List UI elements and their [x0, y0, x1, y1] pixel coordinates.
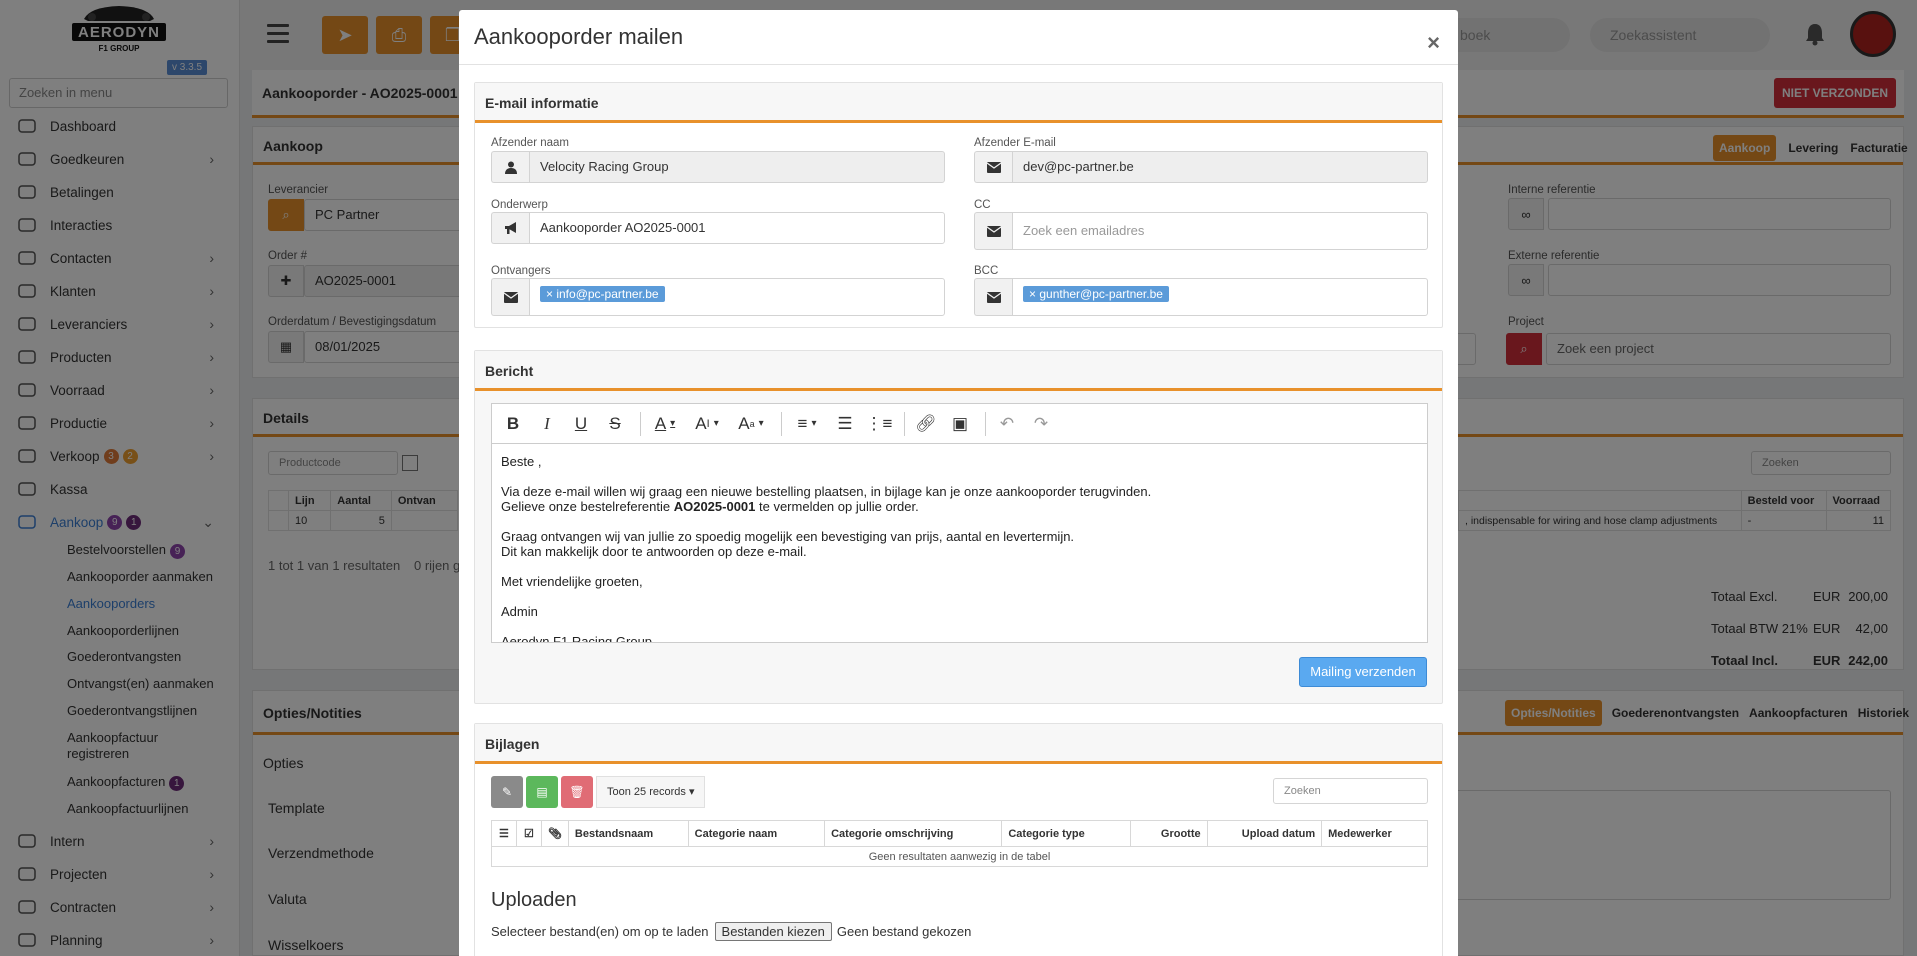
col-categorie-naam[interactable]: Categorie naam: [687, 820, 826, 847]
body-line: Met vriendelijke groeten,: [501, 574, 643, 589]
modal-title: Aankooporder mailen: [474, 24, 684, 49]
col-upload-datum[interactable]: Upload datum: [1206, 820, 1323, 847]
check-icon[interactable]: ☑: [515, 820, 542, 847]
records-select-label: Toon 25 records: [607, 786, 686, 798]
bullhorn-icon: [491, 212, 529, 244]
bcc-tag-label: gunther@pc-partner.be: [1039, 287, 1163, 301]
bcc-label: BCC: [974, 265, 999, 277]
italic-icon[interactable]: I: [532, 410, 562, 438]
body-line: Dit kan makkelijk door te antwoorden op …: [501, 544, 807, 559]
col-grootte[interactable]: Grootte: [1129, 820, 1208, 847]
redo-icon[interactable]: ↷: [1026, 410, 1056, 438]
subject-field[interactable]: Aankooporder AO2025-0001: [529, 212, 945, 244]
body-line: te vermelden op jullie order.: [755, 499, 919, 514]
font-color-icon[interactable]: A ▾: [647, 410, 683, 438]
remove-tag-icon[interactable]: ×: [1029, 287, 1039, 301]
sender-email-field[interactable]: dev@pc-partner.be: [1012, 151, 1428, 183]
mail-modal: Aankooporder mailen × E-mail informatie …: [459, 10, 1458, 956]
upload-row: Selecteer bestand(en) om op te laden Bes…: [491, 922, 971, 941]
image-icon[interactable]: ▣: [945, 410, 975, 438]
font-size-icon[interactable]: A I ▾: [687, 410, 727, 438]
col-medewerker[interactable]: Medewerker: [1321, 820, 1428, 847]
rich-text-editor[interactable]: B I U S A ▾ A I ▾ Aa ▾ ≡ ▾ ☰ ⋮≡ 🔗︎ ▣ ↶ ↷ B: [491, 403, 1428, 643]
divider: [904, 411, 905, 436]
body-line: Admin: [501, 604, 538, 619]
col-bestandsnaam[interactable]: Bestandsnaam: [567, 820, 689, 847]
edit-icon-button[interactable]: ✎: [491, 776, 523, 808]
body-line: Via deze e-mail willen wij graag een nie…: [501, 484, 1152, 499]
paperclip-icon[interactable]: 📎︎: [540, 820, 569, 847]
order-reference: AO2025-0001: [673, 499, 756, 514]
col-categorie-omschrijving[interactable]: Categorie omschrijving: [824, 820, 1003, 847]
editor-toolbar: B I U S A ▾ A I ▾ Aa ▾ ≡ ▾ ☰ ⋮≡ 🔗︎ ▣ ↶ ↷: [492, 404, 1427, 444]
attachments-heading: Bijlagen: [475, 724, 1442, 764]
bcc-tag[interactable]: × gunther@pc-partner.be: [1023, 286, 1169, 302]
col-categorie-type[interactable]: Categorie type: [1001, 820, 1131, 847]
divider: [781, 411, 782, 436]
envelope-icon: [974, 278, 1012, 316]
envelope-icon: [974, 151, 1012, 183]
subject-label: Onderwerp: [491, 199, 548, 211]
body-line: Graag ontvangen wij van jullie zo spoedi…: [501, 529, 1075, 544]
upload-label: Selecteer bestand(en) om op te laden: [491, 924, 709, 939]
font-style-icon[interactable]: Aa ▾: [731, 410, 771, 438]
body-line: Gelieve onze bestelreferentie: [501, 499, 674, 514]
sender-name-field[interactable]: Velocity Racing Group: [529, 151, 945, 183]
underline-icon[interactable]: U: [566, 410, 596, 438]
attachments-table: ☰ ☑ 📎︎ Bestandsnaam Categorie naam Categ…: [491, 820, 1428, 867]
recipient-tag-label: info@pc-partner.be: [556, 287, 659, 301]
bullet-list-icon[interactable]: ☰: [830, 410, 860, 438]
empty-table-message: Geen resultaten aanwezig in de tabel: [491, 846, 1428, 867]
attachments-search-input[interactable]: Zoeken: [1273, 778, 1428, 804]
recipients-input[interactable]: × info@pc-partner.be: [529, 278, 945, 316]
envelope-icon: [974, 212, 1012, 250]
body-line: Aerodyn F1 Racing Group: [501, 634, 653, 642]
records-select[interactable]: Toon 25 records ▾: [596, 776, 706, 808]
link-icon[interactable]: 🔗︎: [911, 410, 941, 438]
editor-content[interactable]: Beste , Via deze e-mail willen wij graag…: [492, 444, 1427, 642]
divider: [640, 411, 641, 436]
body-line: Beste ,: [501, 454, 542, 469]
divider: [985, 411, 986, 436]
email-info-box: E-mail informatie Afzender naam Velocity…: [474, 82, 1443, 328]
align-left-icon[interactable]: ≡ ▾: [788, 410, 826, 438]
close-icon[interactable]: ×: [1427, 30, 1440, 56]
list-icon[interactable]: ☰: [491, 820, 517, 847]
recipient-tag[interactable]: × info@pc-partner.be: [540, 286, 665, 302]
envelope-icon: [491, 278, 529, 316]
email-info-heading: E-mail informatie: [475, 83, 1442, 123]
choose-files-button[interactable]: Bestanden kiezen: [714, 922, 832, 941]
sender-email-label: Afzender E-mail: [974, 137, 1056, 149]
message-box: Bericht B I U S A ▾ A I ▾ Aa ▾ ≡ ▾ ☰ ⋮≡ 🔗︎ ▣ …: [474, 350, 1443, 704]
upload-title: Uploaden: [491, 889, 577, 911]
bcc-input[interactable]: × gunther@pc-partner.be: [1012, 278, 1428, 316]
undo-icon[interactable]: ↶: [992, 410, 1022, 438]
remove-tag-icon[interactable]: ×: [546, 287, 556, 301]
no-file-text: Geen bestand gekozen: [836, 924, 972, 939]
send-mailing-button[interactable]: Mailing verzenden: [1299, 657, 1427, 687]
add-file-icon-button[interactable]: ▤: [526, 776, 558, 808]
attachments-box: Bijlagen ✎ ▤ 🗑︎ Toon 25 records ▾ Zoeken…: [474, 723, 1443, 956]
cc-label: CC: [974, 199, 991, 211]
delete-icon-button[interactable]: 🗑︎: [561, 776, 593, 808]
numbered-list-icon[interactable]: ⋮≡: [864, 410, 894, 438]
message-heading: Bericht: [475, 351, 1442, 391]
user-icon: [491, 151, 529, 183]
divider: [459, 64, 1458, 65]
cc-input[interactable]: Zoek een emailadres: [1012, 212, 1428, 250]
strikethrough-icon[interactable]: S: [600, 410, 630, 438]
bold-icon[interactable]: B: [498, 410, 528, 438]
recipients-label: Ontvangers: [491, 265, 551, 277]
sender-name-label: Afzender naam: [491, 137, 569, 149]
